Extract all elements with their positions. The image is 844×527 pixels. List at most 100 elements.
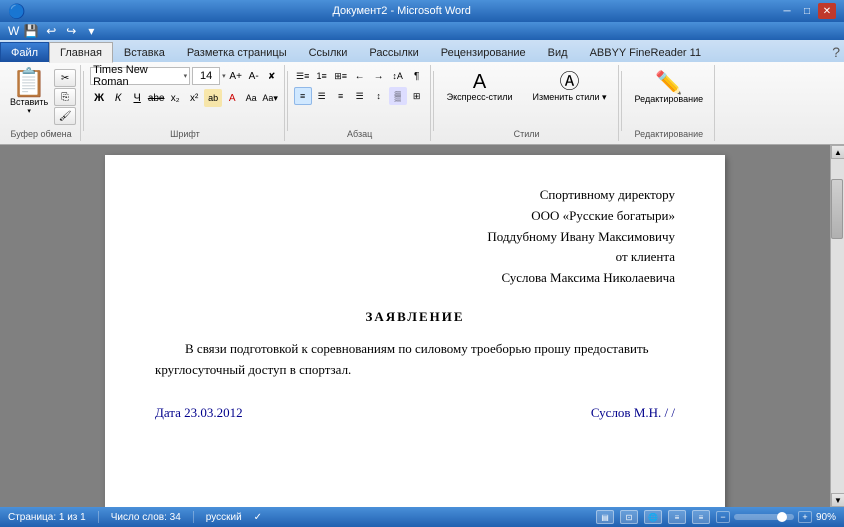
font-size-selector[interactable]: 14 [192, 67, 220, 85]
tab-references[interactable]: Ссылки [298, 42, 359, 62]
tab-insert[interactable]: Вставка [113, 42, 176, 62]
superscript-button[interactable]: x² [185, 89, 203, 107]
zoom-percent: 90% [816, 512, 836, 523]
change-styles-button[interactable]: Ⓐ Изменить стили ▾ [526, 67, 614, 108]
view-full-screen[interactable]: ⊡ [620, 510, 638, 524]
document-body: В связи подготовкой к соревнованиям по с… [155, 339, 675, 381]
tab-mailings[interactable]: Рассылки [358, 42, 429, 62]
clipboard-group: 📋 Вставить ▾ ✂ ⎘ 🖌 Буфер обмена [2, 65, 81, 141]
font-size-dropdown[interactable]: ▾ [222, 72, 226, 80]
spell-check-icon: ✓ [254, 512, 262, 523]
paste-button[interactable]: 📋 Вставить ▾ [6, 67, 52, 117]
multilevel-list[interactable]: ⊞≡ [332, 67, 350, 85]
paste-icon: 📋 [12, 69, 47, 97]
document-area: Спортивному директору ООО «Русские богат… [0, 145, 830, 507]
view-web[interactable]: 🌐 [644, 510, 662, 524]
bullets-button[interactable]: ☰≡ [294, 67, 312, 85]
express-styles-label: Экспресс-стили [447, 92, 513, 102]
scroll-up-button[interactable]: ▲ [831, 145, 844, 159]
font-size-increase[interactable]: A+ [228, 68, 244, 84]
qa-more-button[interactable]: ▾ [83, 23, 99, 39]
strikethrough-button[interactable]: abe [147, 89, 165, 107]
express-styles-button[interactable]: A Экспресс-стили [440, 67, 520, 107]
footer-date: Дата 23.03.2012 [155, 405, 243, 421]
borders-button[interactable]: ⊞ [408, 87, 426, 105]
tab-home[interactable]: Главная [49, 42, 113, 63]
font-size-value: 14 [200, 70, 212, 82]
cut-button[interactable]: ✂ [54, 69, 76, 87]
font-size-decrease[interactable]: A- [246, 68, 262, 84]
paragraph-group: ☰≡ 1≡ ⊞≡ ← → ↕A ¶ ≡ ☰ ≡ ☰ ↕ ▒ ⊞ [290, 65, 431, 141]
text-effects-button[interactable]: Aa [242, 89, 260, 107]
font-group: Times New Roman ▾ 14 ▾ A+ A- ✘ Ж К Ч abe [86, 65, 285, 141]
show-marks[interactable]: ¶ [408, 67, 426, 85]
justify[interactable]: ☰ [351, 87, 369, 105]
title-bar-left: 🔵 [8, 3, 25, 20]
format-painter-button[interactable]: 🖌 [54, 107, 76, 125]
address-line-5: Суслова Максима Николаевича [155, 268, 675, 289]
scroll-down-button[interactable]: ▼ [831, 493, 844, 507]
font-name-selector[interactable]: Times New Roman ▾ [90, 67, 190, 85]
editing-icon: ✏️ [655, 72, 682, 94]
zoom-thumb [777, 512, 787, 522]
quick-access-toolbar: W 💾 ↩ ↪ ▾ [0, 22, 844, 40]
italic-button[interactable]: К [109, 89, 127, 107]
bold-button[interactable]: Ж [90, 89, 108, 107]
font-label: Шрифт [86, 129, 284, 139]
window-controls: ─ □ ✕ [778, 3, 836, 19]
align-center[interactable]: ☰ [313, 87, 331, 105]
word-app-icon: 🔵 [8, 3, 25, 20]
line-spacing[interactable]: ↕ [370, 87, 388, 105]
document-page[interactable]: Спортивному директору ООО «Русские богат… [105, 155, 725, 507]
numbering-button[interactable]: 1≡ [313, 67, 331, 85]
zoom-in-button[interactable]: + [798, 511, 812, 523]
editing-button[interactable]: ✏️ Редактирование [628, 67, 711, 109]
ribbon: Файл Главная Вставка Разметка страницы С… [0, 40, 844, 145]
change-styles-label: Изменить стили ▾ [533, 92, 607, 103]
shading-button[interactable]: ▒ [389, 87, 407, 105]
change-case-button[interactable]: Aa▾ [261, 89, 279, 107]
copy-button[interactable]: ⎘ [54, 88, 76, 106]
align-left[interactable]: ≡ [294, 87, 312, 105]
window-title: Документ2 - Microsoft Word [25, 5, 778, 17]
clear-formatting[interactable]: ✘ [264, 68, 280, 84]
word-logo: W [8, 24, 19, 38]
styles-label: Стили [436, 129, 618, 139]
underline-button[interactable]: Ч [128, 89, 146, 107]
close-button[interactable]: ✕ [818, 3, 836, 19]
paste-label: Вставить [10, 97, 48, 107]
highlight-button[interactable]: ab [204, 89, 222, 107]
scroll-thumb[interactable] [831, 179, 843, 239]
ribbon-help-icon[interactable]: ? [832, 44, 840, 60]
view-outline[interactable]: ≡ [668, 510, 686, 524]
view-print-button[interactable]: ▤ [596, 510, 614, 524]
main-area: Спортивному директору ООО «Русские богат… [0, 145, 844, 507]
view-draft[interactable]: ≡ [692, 510, 710, 524]
address-line-1: Спортивному директору [155, 185, 675, 206]
tab-file[interactable]: Файл [0, 42, 49, 62]
subscript-button[interactable]: x₂ [166, 89, 184, 107]
redo-qa-button[interactable]: ↪ [63, 23, 79, 39]
vertical-scrollbar[interactable]: ▲ ▼ [830, 145, 844, 507]
tab-page-layout[interactable]: Разметка страницы [176, 42, 298, 62]
undo-qa-button[interactable]: ↩ [43, 23, 59, 39]
tab-abbyy[interactable]: ABBYY FineReader 11 [579, 42, 713, 62]
status-bar: Страница: 1 из 1 Число слов: 34 русский … [0, 507, 844, 527]
zoom-control: − + 90% [716, 511, 836, 523]
save-qa-button[interactable]: 💾 [23, 23, 39, 39]
tab-view[interactable]: Вид [537, 42, 579, 62]
word-count: Число слов: 34 [111, 512, 181, 523]
tab-review[interactable]: Рецензирование [430, 42, 537, 62]
scroll-track[interactable] [831, 159, 844, 493]
editing-label: Редактирование [635, 94, 704, 104]
maximize-button[interactable]: □ [798, 3, 816, 19]
zoom-out-button[interactable]: − [716, 511, 730, 523]
minimize-button[interactable]: ─ [778, 3, 796, 19]
zoom-slider[interactable] [734, 514, 794, 520]
ribbon-content: 📋 Вставить ▾ ✂ ⎘ 🖌 Буфер обмена [0, 62, 844, 144]
increase-indent[interactable]: → [370, 67, 388, 85]
align-right[interactable]: ≡ [332, 87, 350, 105]
decrease-indent[interactable]: ← [351, 67, 369, 85]
font-color-button[interactable]: A [223, 89, 241, 107]
sort-button[interactable]: ↕A [389, 67, 407, 85]
